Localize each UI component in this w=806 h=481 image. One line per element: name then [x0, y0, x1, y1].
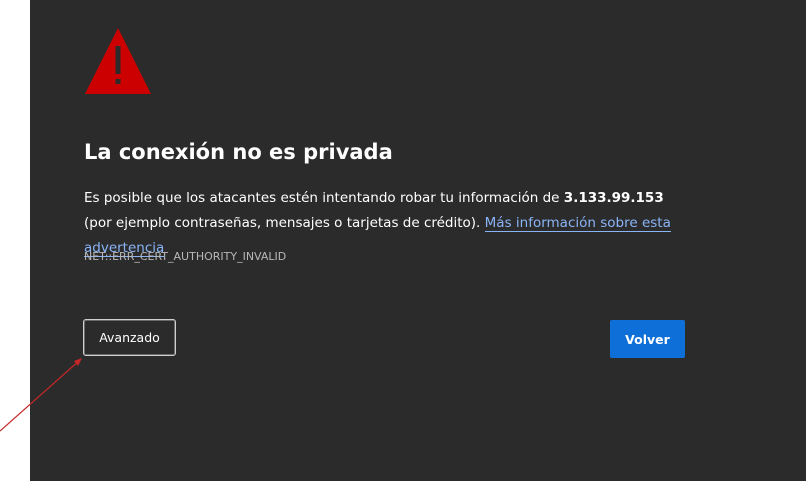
error-code: NET::ERR_CERT_AUTHORITY_INVALID — [84, 250, 287, 263]
annotation-arrow-icon — [0, 358, 82, 432]
description-text-continued: (por ejemplo contraseñas, mensajes o tar… — [84, 215, 485, 231]
advanced-button[interactable]: Avanzado — [83, 319, 176, 356]
page-title: La conexión no es privada — [84, 140, 393, 164]
back-button[interactable]: Volver — [610, 320, 685, 358]
host-address: 3.133.99.153 — [563, 190, 664, 206]
description-text: Es posible que los atacantes estén inten… — [84, 190, 564, 206]
warning-triangle-icon — [85, 28, 151, 94]
page: La conexión no es privada Es posible que… — [0, 0, 806, 481]
